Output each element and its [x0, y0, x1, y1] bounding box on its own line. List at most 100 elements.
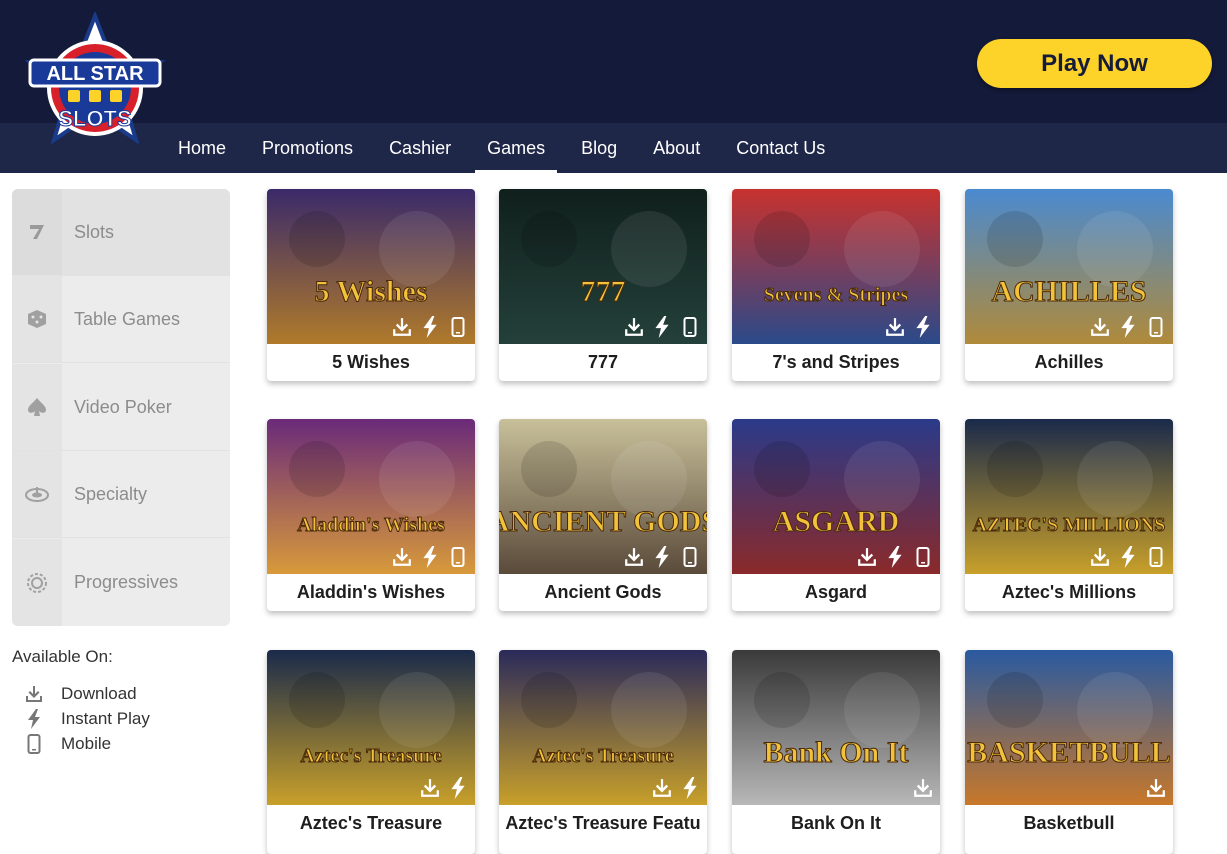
game-art-title: AZTEC'S MILLIONS [973, 514, 1166, 536]
available-on-title: Available On: [12, 647, 113, 666]
game-art-title: 777 [581, 275, 626, 308]
main-nav: Home Promotions Cashier Games Blog About… [160, 123, 843, 173]
game-thumbnail[interactable]: Bank On It [732, 650, 940, 805]
game-title[interactable]: Aladdin's Wishes [267, 574, 475, 611]
game-card[interactable]: BASKETBULL Basketbull [965, 650, 1173, 854]
game-title[interactable]: Aztec's Treasure [267, 805, 475, 842]
category-specialty[interactable]: Specialty [12, 451, 230, 538]
mobile-icon [24, 734, 44, 754]
category-label: Slots [74, 221, 115, 242]
site-header: ALL STAR SLOTS Play Now Home Promotions … [0, 0, 1227, 173]
platform-badges [1089, 316, 1167, 338]
lightning-icon [912, 316, 934, 338]
lightning-icon [447, 777, 469, 799]
nav-cashier[interactable]: Cashier [371, 123, 469, 173]
game-title[interactable]: Achilles [965, 344, 1173, 381]
lightning-icon [419, 546, 441, 568]
platform-badges [856, 546, 934, 568]
platform-badges [884, 316, 934, 338]
game-card[interactable]: 5 Wishes 5 Wishes [267, 189, 475, 381]
game-title[interactable]: 5 Wishes [267, 344, 475, 381]
mobile-icon [912, 546, 934, 568]
category-label: Video Poker [74, 396, 172, 417]
available-download: Download [24, 684, 137, 704]
seven-icon [12, 189, 62, 275]
category-table-games[interactable]: Table Games [12, 276, 230, 363]
category-label: Table Games [74, 308, 181, 329]
game-card[interactable]: AZTEC'S MILLIONS Aztec's Millions [965, 419, 1173, 611]
platform-badges [623, 546, 701, 568]
game-title[interactable]: Basketbull [965, 805, 1173, 842]
platform-badges [912, 777, 934, 799]
game-art-title: ACHILLES [991, 275, 1146, 308]
available-instant-play-label: Instant Play [61, 709, 150, 728]
download-icon [1089, 316, 1111, 338]
wheel-icon [12, 451, 62, 537]
nav-contact-us[interactable]: Contact Us [718, 123, 843, 173]
category-progressives[interactable]: Progressives [12, 539, 230, 626]
game-art-title: BASKETBULL [967, 736, 1170, 769]
platform-badges [623, 316, 701, 338]
game-title[interactable]: Asgard [732, 574, 940, 611]
mobile-icon [447, 316, 469, 338]
download-icon [623, 316, 645, 338]
nav-promotions[interactable]: Promotions [244, 123, 371, 173]
available-mobile: Mobile [24, 734, 111, 754]
svg-text:ALL STAR: ALL STAR [46, 63, 144, 85]
game-title[interactable]: Ancient Gods [499, 574, 707, 611]
game-thumbnail[interactable]: BASKETBULL [965, 650, 1173, 805]
game-card[interactable]: Sevens & Stripes 7's and Stripes [732, 189, 940, 381]
game-card[interactable]: Bank On It Bank On It [732, 650, 940, 854]
category-label: Progressives [74, 572, 179, 592]
lightning-icon [679, 777, 701, 799]
nav-games[interactable]: Games [469, 123, 563, 173]
lightning-icon [651, 546, 673, 568]
download-icon [419, 777, 441, 799]
brand-logo[interactable]: ALL STAR SLOTS [22, 10, 168, 154]
download-icon [1145, 777, 1167, 799]
lightning-icon [1117, 546, 1139, 568]
download-icon [651, 777, 673, 799]
category-video-poker[interactable]: Video Poker [12, 364, 230, 451]
nav-blog[interactable]: Blog [563, 123, 635, 173]
game-art-title: Bank On It [763, 736, 908, 769]
platform-badges [651, 777, 701, 799]
game-art-title: Sevens & Stripes [764, 284, 909, 306]
nav-home[interactable]: Home [160, 123, 244, 173]
download-icon [391, 316, 413, 338]
game-card[interactable]: Aladdin's Wishes Aladdin's Wishes [267, 419, 475, 611]
game-card[interactable]: Aztec's Treasure Aztec's Treasure Featu [499, 650, 707, 854]
lightning-icon [24, 709, 44, 729]
download-icon [912, 777, 934, 799]
play-now-button[interactable]: Play Now [977, 39, 1212, 88]
category-slots[interactable]: Slots [12, 189, 230, 276]
game-title[interactable]: 7's and Stripes [732, 344, 940, 381]
category-sidebar: Slots Table Games Video Poker Specialty … [12, 189, 230, 626]
available-instant-play: Instant Play [24, 709, 150, 729]
spade-icon [12, 364, 62, 450]
game-card[interactable]: ASGARD Asgard [732, 419, 940, 611]
lightning-icon [884, 546, 906, 568]
game-title[interactable]: 777 [499, 344, 707, 381]
lightning-icon [419, 316, 441, 338]
lightning-icon [1117, 316, 1139, 338]
game-card[interactable]: ACHILLES Achilles [965, 189, 1173, 381]
game-title[interactable]: Aztec's Millions [965, 574, 1173, 611]
category-label: Specialty [74, 483, 148, 504]
nav-about[interactable]: About [635, 123, 718, 173]
game-card[interactable]: ANCIENT GODS Ancient Gods [499, 419, 707, 611]
download-icon [1089, 546, 1111, 568]
game-title[interactable]: Bank On It [732, 805, 940, 842]
game-art-title: Aztec's Treasure [300, 745, 441, 767]
mobile-icon [679, 316, 701, 338]
game-title[interactable]: Aztec's Treasure Featu [499, 805, 707, 842]
platform-badges [1089, 546, 1167, 568]
mobile-icon [679, 546, 701, 568]
game-card[interactable]: Aztec's Treasure Aztec's Treasure [267, 650, 475, 854]
platform-badges [1145, 777, 1167, 799]
game-card[interactable]: 777 777 [499, 189, 707, 381]
download-icon [623, 546, 645, 568]
download-icon [884, 316, 906, 338]
dice-icon [12, 276, 62, 362]
download-icon [856, 546, 878, 568]
